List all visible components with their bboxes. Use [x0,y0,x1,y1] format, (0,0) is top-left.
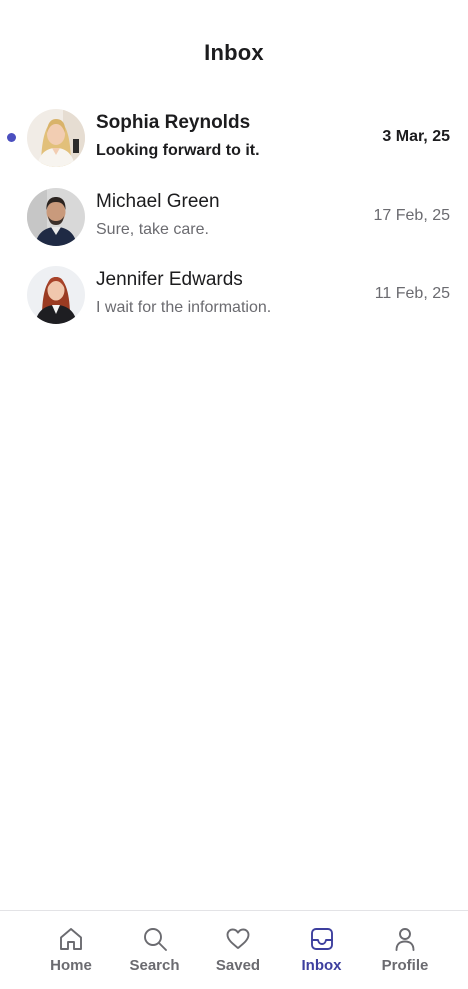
message-preview: Sure, take care. [96,220,209,238]
conversation-item[interactable]: Jennifer Edwards I wait for the informat… [0,265,468,344]
message-preview: Looking forward to it. [96,142,260,159]
contact-name: Michael Green [96,190,220,212]
tab-inbox[interactable]: Inbox [280,911,364,989]
home-icon [58,926,84,952]
inbox-icon [309,926,335,952]
user-icon [392,926,418,952]
contact-name: Jennifer Edwards [96,269,243,290]
bottom-tab-bar: Home Search Saved Inbox Profile [0,910,468,989]
heart-icon [225,926,251,952]
conversation-item[interactable]: Sophia Reynolds Looking forward to it. 3… [0,108,468,187]
avatar [27,266,85,324]
tab-label: Saved [215,957,261,974]
contact-name: Sophia Reynolds [96,112,251,133]
tab-home[interactable]: Home [29,911,113,989]
conversation-item[interactable]: Michael Green Sure, take care. 17 Feb, 2… [0,187,468,266]
message-date: 3 Mar, 25 [382,128,450,145]
tab-saved[interactable]: Saved [196,911,280,989]
unread-indicator [7,133,16,142]
tab-label: Search [129,957,180,974]
page-title: Inbox [204,40,264,65]
tab-label: Home [50,957,92,974]
avatar [27,187,85,246]
tab-profile[interactable]: Profile [363,911,447,989]
message-date: 11 Feb, 25 [374,285,450,302]
tab-label: Profile [381,957,429,974]
message-preview: I wait for the information. [96,299,272,316]
search-icon [142,926,168,952]
message-date: 17 Feb, 25 [373,206,451,224]
tab-search[interactable]: Search [113,911,197,989]
avatar [27,109,85,167]
tab-label: Inbox [301,957,342,974]
